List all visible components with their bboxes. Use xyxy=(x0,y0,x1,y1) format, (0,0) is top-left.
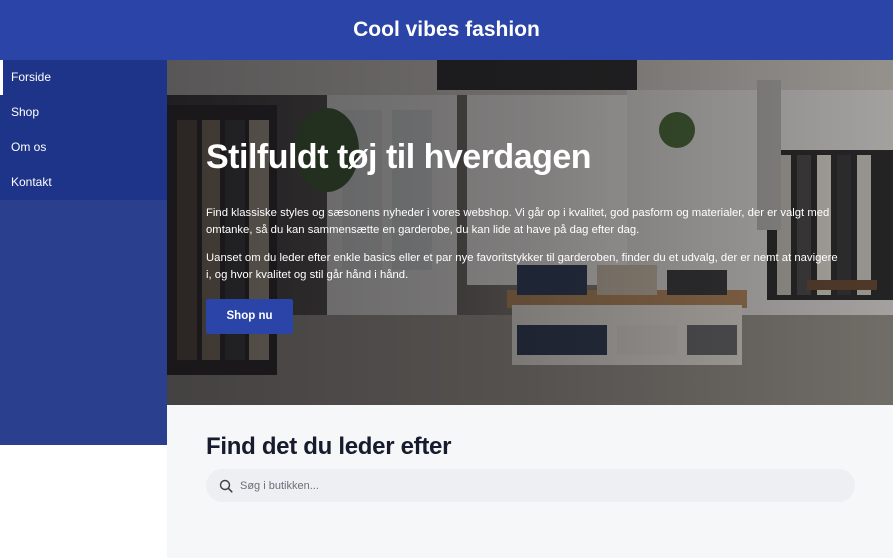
site-title[interactable]: Cool vibes fashion xyxy=(353,18,540,42)
hero-paragraph-1: Find klassiske styles og sæsonens nyhede… xyxy=(206,207,830,236)
hero-paragraph-2: Uanset om du leder efter enkle basics el… xyxy=(206,252,838,281)
sidebar-item-om-os[interactable]: Om os xyxy=(0,130,167,165)
search-box[interactable] xyxy=(206,469,855,502)
search-input[interactable] xyxy=(240,479,820,492)
hero-banner: Stilfuldt tøj til hverdagen Find klassis… xyxy=(167,60,893,405)
sidebar-item-kontakt[interactable]: Kontakt xyxy=(0,165,167,200)
search-icon xyxy=(219,479,233,493)
hero-content: Stilfuldt tøj til hverdagen Find klassis… xyxy=(206,138,846,334)
search-section: Find det du leder efter xyxy=(167,405,893,558)
shop-now-button[interactable]: Shop nu xyxy=(206,299,293,334)
search-heading: Find det du leder efter xyxy=(206,433,452,460)
site-header: Cool vibes fashion xyxy=(0,0,893,60)
sidebar-item-forside[interactable]: Forside xyxy=(0,60,167,95)
sidebar-item-shop[interactable]: Shop xyxy=(0,95,167,130)
sidebar-filler xyxy=(0,200,167,445)
sidebar-nav: Forside Shop Om os Kontakt xyxy=(0,60,167,200)
hero-heading: Stilfuldt tøj til hverdagen xyxy=(206,138,592,176)
